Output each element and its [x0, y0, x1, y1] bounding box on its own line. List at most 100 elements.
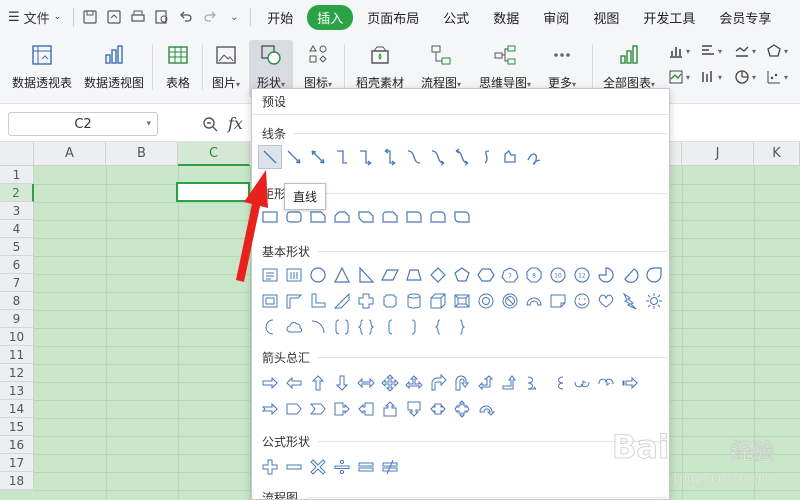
name-box[interactable]: C2 ▾ [8, 112, 158, 136]
right-brace-shape[interactable] [450, 315, 474, 339]
row-header-3[interactable]: 3 [0, 202, 34, 220]
right-triangle-shape[interactable] [354, 263, 378, 287]
left-right-up-arrow-shape[interactable] [402, 371, 426, 395]
snip-two-corners-rectangle-shape[interactable] [330, 205, 354, 229]
row-header-14[interactable]: 14 [0, 400, 34, 418]
equal-shape[interactable] [354, 455, 378, 479]
chord-shape[interactable] [618, 263, 642, 287]
radar-chart-button[interactable]: ▾ [766, 40, 800, 62]
diagonal-stripe-shape[interactable] [330, 289, 354, 313]
freeform-shape[interactable] [498, 145, 522, 169]
striped-right-arrow-shape[interactable] [618, 371, 642, 395]
row-header-5[interactable]: 5 [0, 238, 34, 256]
lightning-bolt-shape[interactable] [618, 289, 642, 313]
curved-double-arrow-connector-shape[interactable] [450, 145, 474, 169]
column-header-c[interactable]: C [178, 142, 250, 166]
multiply-shape[interactable] [306, 455, 330, 479]
half-frame-shape[interactable] [282, 289, 306, 313]
curved-down-arrow-shape[interactable] [594, 371, 618, 395]
minus-shape[interactable] [282, 455, 306, 479]
row-header-11[interactable]: 11 [0, 346, 34, 364]
customize-toolbar-icon[interactable]: ⌄ [222, 5, 246, 29]
left-brace-shape[interactable] [426, 315, 450, 339]
block-arc-shape[interactable] [522, 289, 546, 313]
snip-round-rectangle-shape[interactable] [378, 205, 402, 229]
row-header-13[interactable]: 13 [0, 382, 34, 400]
oval-shape[interactable] [306, 263, 330, 287]
tab-review[interactable]: 审阅 [533, 5, 579, 30]
elbow-arrow-connector-shape[interactable] [354, 145, 378, 169]
teardrop-shape[interactable] [642, 263, 666, 287]
round-one-corner-rectangle-shape[interactable] [402, 205, 426, 229]
circular-arrow-shape[interactable] [474, 397, 498, 421]
left-right-arrow-shape[interactable] [354, 371, 378, 395]
down-arrow-callout-shape[interactable] [402, 397, 426, 421]
diamond-shape[interactable] [426, 263, 450, 287]
picture-button[interactable]: 图片▾ [206, 40, 246, 98]
plaque-shape[interactable] [378, 289, 402, 313]
redo-icon[interactable] [198, 5, 222, 29]
row-header-12[interactable]: 12 [0, 364, 34, 382]
no-symbol-shape[interactable] [498, 289, 522, 313]
snip-diagonal-rectangle-shape[interactable] [354, 205, 378, 229]
notched-right-arrow-shape[interactable] [258, 397, 282, 421]
sun-shape[interactable] [642, 289, 666, 313]
rectangle-shape[interactable] [258, 205, 282, 229]
curve-shape[interactable] [474, 145, 498, 169]
left-arrow-shape[interactable] [282, 371, 306, 395]
u-turn-arrow-shape[interactable] [450, 371, 474, 395]
tab-home[interactable]: 开始 [257, 5, 303, 30]
pentagon-arrow-shape[interactable] [282, 397, 306, 421]
line-shape[interactable] [258, 145, 282, 169]
quad-arrow-callout-shape[interactable] [450, 397, 474, 421]
plus-shape[interactable] [258, 455, 282, 479]
up-arrow-shape[interactable] [306, 371, 330, 395]
elbow-connector-shape[interactable] [330, 145, 354, 169]
zoom-icon[interactable] [202, 116, 218, 132]
arrow-line-shape[interactable] [282, 145, 306, 169]
smiley-face-shape[interactable] [570, 289, 594, 313]
donut-shape[interactable] [474, 289, 498, 313]
file-menu[interactable]: ☰ 文件 ⌄ [0, 8, 69, 27]
trapezoid-shape[interactable] [402, 263, 426, 287]
down-arrow-shape[interactable] [330, 371, 354, 395]
curved-up-arrow-shape[interactable] [570, 371, 594, 395]
dodecagon-shape[interactable]: 12 [570, 263, 594, 287]
scatter-chart-button[interactable]: ▾ [766, 66, 800, 88]
tab-developer[interactable]: 开发工具 [633, 5, 705, 30]
tab-formulas[interactable]: 公式 [433, 5, 479, 30]
bevel-shape[interactable] [450, 289, 474, 313]
cross-shape[interactable] [354, 289, 378, 313]
undo-icon[interactable] [174, 5, 198, 29]
pentagon-shape[interactable] [450, 263, 474, 287]
print-icon[interactable] [126, 5, 150, 29]
not-equal-shape[interactable] [378, 455, 402, 479]
column-header-a[interactable]: A [34, 142, 106, 166]
decagon-shape[interactable]: 10 [546, 263, 570, 287]
curved-right-arrow-shape[interactable] [522, 371, 546, 395]
quad-arrow-shape[interactable] [378, 371, 402, 395]
tab-data[interactable]: 数据 [483, 5, 529, 30]
row-header-8[interactable]: 8 [0, 292, 34, 310]
print-preview-icon[interactable] [150, 5, 174, 29]
pivot-chart-button[interactable]: 数据透视图 [82, 40, 146, 98]
heptagon-shape[interactable]: 7 [498, 263, 522, 287]
curved-arrow-connector-shape[interactable] [426, 145, 450, 169]
bent-up-arrow-shape[interactable] [498, 371, 522, 395]
text-box-shape[interactable] [258, 263, 282, 287]
tab-insert[interactable]: 插入 [307, 4, 354, 30]
curved-left-arrow-shape[interactable] [546, 371, 570, 395]
tab-view[interactable]: 视图 [583, 5, 629, 30]
save-icon[interactable] [78, 5, 102, 29]
tab-member[interactable]: 会员专享 [709, 5, 781, 30]
column-header-b[interactable]: B [106, 142, 178, 166]
cloud-shape[interactable] [282, 315, 306, 339]
pie-shape[interactable] [594, 263, 618, 287]
vertical-text-box-shape[interactable] [282, 263, 306, 287]
triangle-shape[interactable] [330, 263, 354, 287]
row-header-6[interactable]: 6 [0, 256, 34, 274]
row-header-2[interactable]: 2 [0, 184, 34, 202]
hexagon-shape[interactable] [474, 263, 498, 287]
curved-connector-shape[interactable] [402, 145, 426, 169]
double-bracket-shape[interactable] [330, 315, 354, 339]
